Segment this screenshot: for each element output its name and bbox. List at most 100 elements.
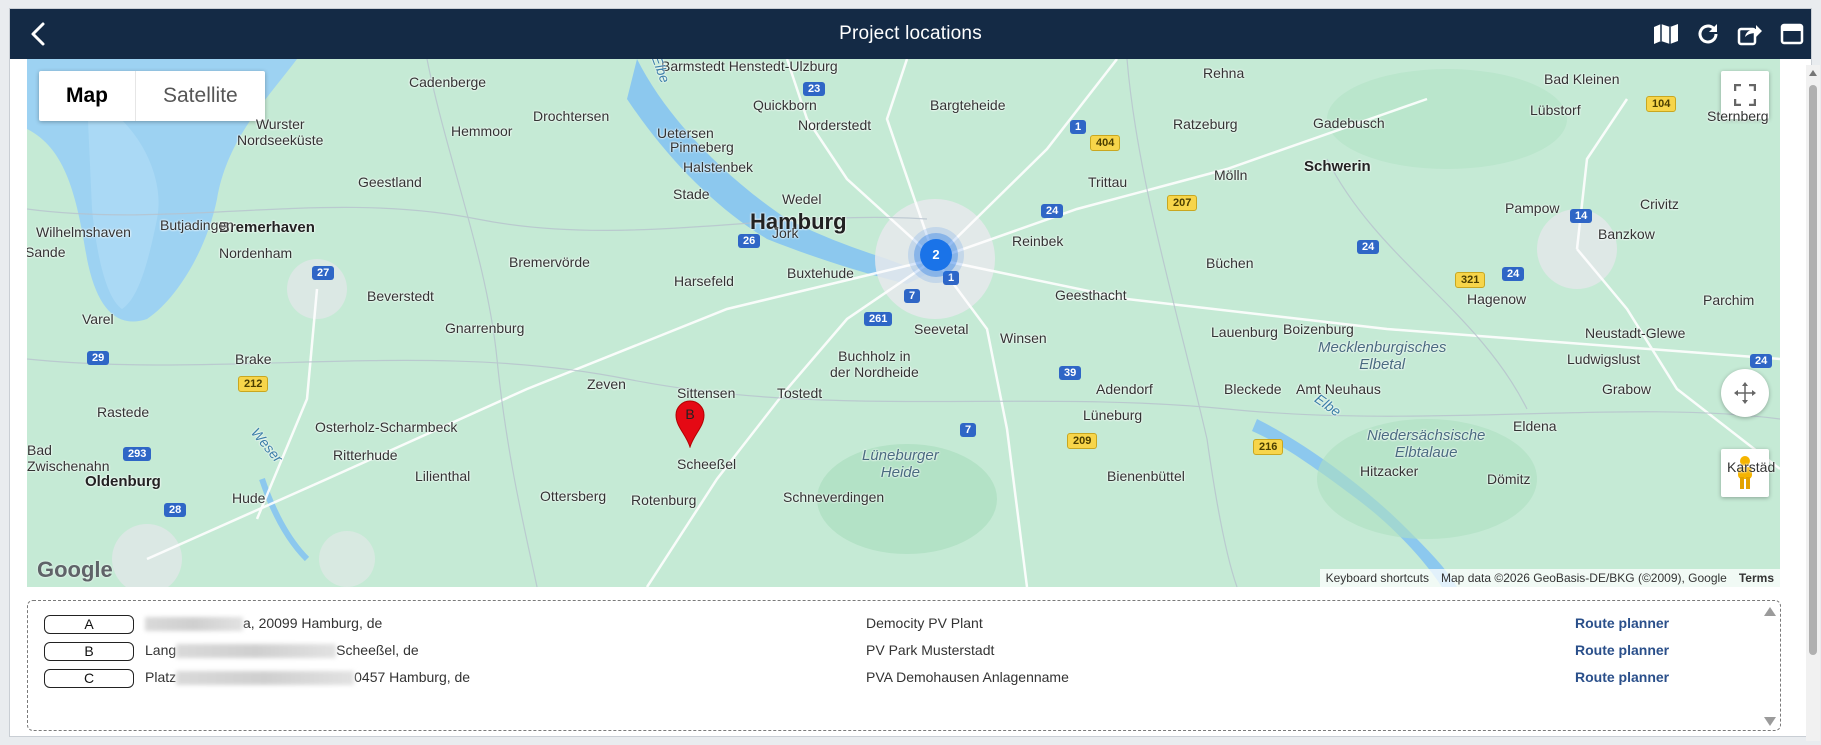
map-label-scheessel: Scheeßel — [677, 456, 737, 472]
list-scroll-down-icon[interactable] — [1764, 717, 1776, 726]
road-shield-a28: 28 — [164, 503, 187, 517]
road-shield-a261: 261 — [864, 312, 893, 326]
location-address: Lang Scheeßel, de — [145, 642, 419, 659]
road-shield-a27: 27 — [312, 266, 335, 280]
map-view[interactable]: Map Satellite Hamburg Bremerhaven Schwer… — [27, 59, 1780, 587]
route-planner-link[interactable]: Route planner — [1575, 642, 1669, 658]
map-label-hude: Hude — [232, 490, 266, 506]
project-name: Democity PV Plant — [866, 615, 983, 631]
road-shield-a24-east: 24 — [1502, 267, 1525, 281]
map-label-adendorf: Adendorf — [1096, 381, 1153, 397]
road-shield-b104: 104 — [1646, 96, 1677, 112]
map-label-lilienthal: Lilienthal — [415, 468, 471, 484]
camera-control-button[interactable] — [1721, 369, 1769, 417]
page-scrollbar[interactable] — [1806, 65, 1820, 741]
map-label-bargteheide: Bargteheide — [930, 97, 1006, 113]
map-label-rastede: Rastede — [97, 404, 150, 420]
location-row-b: B Lang Scheeßel, de PV Park Musterstadt R… — [28, 640, 1780, 662]
map-label-luebstorf: Lübstorf — [1530, 102, 1581, 118]
map-label-brake: Brake — [235, 351, 272, 367]
location-letter-button[interactable]: C — [44, 669, 134, 688]
marker-cluster[interactable]: 2 — [920, 239, 952, 271]
map-label-mecklenburgisches-elbetal: Mecklenburgisches Elbetal — [1318, 339, 1447, 373]
map-label-hagenow: Hagenow — [1467, 291, 1527, 307]
map-label-jork: Jork — [772, 225, 799, 241]
map-label-osterholz: Osterholz-Scharmbeck — [315, 419, 458, 435]
move-arrows-icon — [1734, 382, 1756, 404]
terms-link[interactable]: Terms — [1733, 569, 1780, 587]
map-label-norderstedt: Norderstedt — [798, 117, 872, 133]
road-shield-a1-south: 1 — [943, 271, 960, 285]
redacted-text — [145, 617, 243, 632]
road-shield-b321: 321 — [1455, 272, 1486, 288]
map-label-butjadingen: Butjadingen — [160, 217, 234, 233]
map-label-varel: Varel — [82, 311, 114, 327]
window-icon — [1780, 23, 1804, 45]
road-shield-a24-west: 24 — [1041, 204, 1064, 218]
map-label-parchim: Parchim — [1703, 292, 1755, 308]
location-row-c: C Platz 0457 Hamburg, de PVA Demohausen A… — [28, 667, 1780, 689]
map-label-buechen: Büchen — [1206, 255, 1254, 271]
keyboard-shortcuts-link[interactable]: Keyboard shortcuts — [1320, 569, 1435, 587]
route-planner-link[interactable]: Route planner — [1575, 615, 1669, 631]
location-letter-button[interactable]: A — [44, 615, 134, 634]
map-label-wedel: Wedel — [782, 191, 822, 207]
title-bar: Project locations — [10, 9, 1811, 59]
page-title: Project locations — [839, 23, 982, 44]
map-label-lueneburg: Lüneburg — [1083, 407, 1143, 423]
map-label-zeven: Zeven — [587, 376, 626, 392]
map-label-schneverdingen: Schneverdingen — [783, 489, 885, 505]
map-label-trittau: Trittau — [1088, 174, 1128, 190]
location-pin-b[interactable]: B — [675, 400, 705, 449]
location-letter-button[interactable]: B — [44, 642, 134, 661]
location-address: a, 20099 Hamburg, de — [145, 615, 382, 632]
map-label-gadebusch: Gadebusch — [1313, 115, 1385, 131]
map-label-schwerin: Schwerin — [1304, 158, 1371, 175]
refresh-button[interactable] — [1693, 19, 1723, 49]
map-label-doemitz: Dömitz — [1487, 471, 1531, 487]
scroll-up-arrow-icon[interactable] — [1809, 70, 1817, 76]
location-list: A a, 20099 Hamburg, de Democity PV Plant… — [27, 600, 1781, 731]
map-label-hitzacker: Hitzacker — [1360, 463, 1419, 479]
map-label-sittensen: Sittensen — [677, 385, 736, 401]
road-shield-b207: 207 — [1167, 195, 1198, 211]
road-shield-a29: 29 — [87, 351, 110, 365]
map-label-wurster: Wurster Nordseeküste — [237, 116, 324, 148]
map-label-moelln: Mölln — [1214, 167, 1248, 183]
map-label-seevetal: Seevetal — [914, 321, 969, 337]
map-label-geestland: Geestland — [358, 174, 422, 190]
road-shield-a293: 293 — [123, 447, 152, 461]
route-planner-link[interactable]: Route planner — [1575, 669, 1669, 685]
map-label-nordenham: Nordenham — [219, 245, 293, 261]
road-shield-a23: 23 — [803, 82, 826, 96]
map-label-gnarrenburg: Gnarrenburg — [445, 320, 525, 336]
map-label-buchholz: Buchholz in der Nordheide — [830, 348, 919, 380]
map-label-ritterhude: Ritterhude — [333, 447, 398, 463]
map-icon — [1654, 24, 1678, 44]
map-data-credit: Map data ©2026 GeoBasis-DE/BKG (©2009), … — [1441, 571, 1727, 585]
map-label-ratzeburg: Ratzeburg — [1173, 116, 1238, 132]
fullscreen-icon — [1734, 84, 1756, 106]
window-toggle-button[interactable] — [1777, 19, 1807, 49]
map-label-stade: Stade — [673, 186, 710, 202]
map-label-buxtehude: Buxtehude — [787, 265, 854, 281]
address-text: Scheeßel, de — [336, 642, 419, 658]
map-type-satellite-button[interactable]: Satellite — [136, 71, 265, 121]
share-button[interactable] — [1735, 19, 1765, 49]
pin-label: B — [685, 406, 695, 422]
map-label-grabow: Grabow — [1602, 381, 1652, 397]
map-attribution: Keyboard shortcuts Map data ©2026 GeoBas… — [1319, 569, 1780, 587]
address-prefix: Lang — [145, 642, 177, 658]
scrollbar-thumb[interactable] — [1809, 85, 1817, 655]
redacted-text — [176, 644, 337, 659]
map-view-button[interactable] — [1651, 19, 1681, 49]
road-shield-b216: 216 — [1253, 439, 1284, 455]
map-type-map-button[interactable]: Map — [39, 71, 136, 121]
map-label-hemmoor: Hemmoor — [451, 123, 513, 139]
map-label-halstenbek: Halstenbek — [683, 159, 754, 175]
road-shield-b212: 212 — [238, 376, 269, 392]
map-label-pinneberg: Pinneberg — [670, 139, 734, 155]
map-label-bad-kleinen: Bad Kleinen — [1544, 71, 1620, 87]
map-label-amt-neuhaus: Amt Neuhaus — [1296, 381, 1381, 397]
map-label-harsefeld: Harsefeld — [674, 273, 734, 289]
